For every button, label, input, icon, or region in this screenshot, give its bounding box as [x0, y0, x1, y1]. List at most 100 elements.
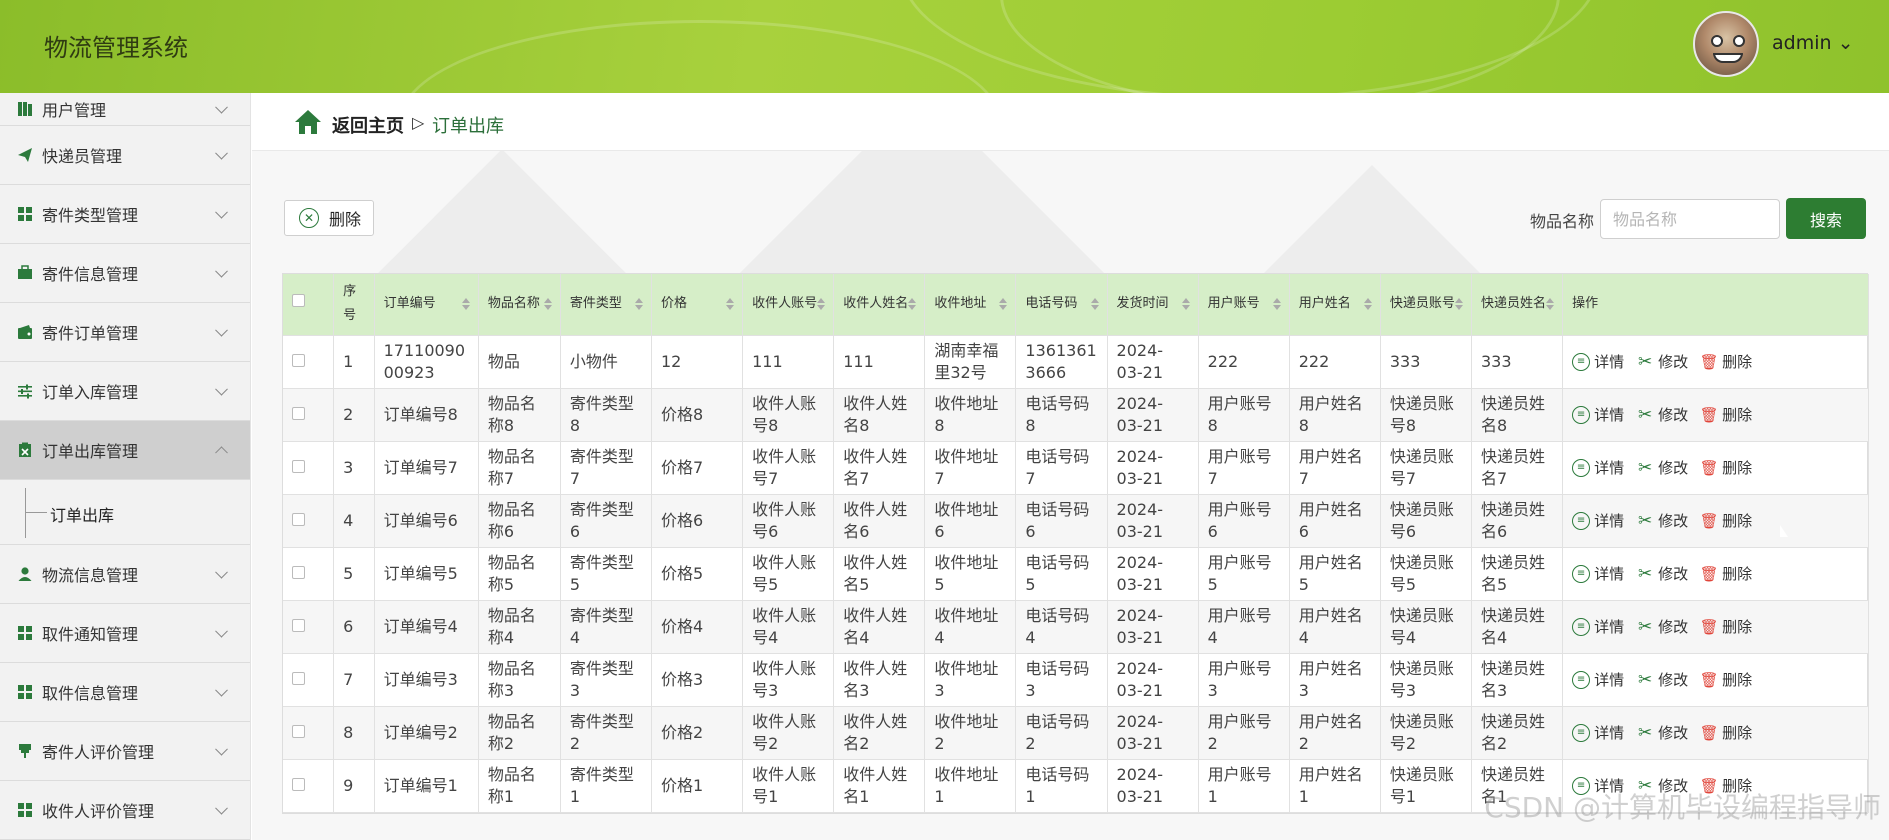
detail-button[interactable]: ≡ 详情 — [1572, 351, 1624, 373]
sidebar-item-pickup-notice[interactable]: 取件通知管理 — [0, 604, 250, 663]
cell-order-no: 订单编号2 — [374, 706, 479, 760]
cell-item-name: 物品名称7 — [478, 441, 561, 495]
row-checkbox[interactable] — [292, 671, 305, 685]
cell-user-name: 用户姓名5 — [1289, 547, 1381, 601]
batch-delete-button[interactable]: ✕ 删除 — [284, 200, 374, 236]
col-header[interactable]: 寄件类型 — [560, 274, 652, 336]
edit-button[interactable]: ✂ 修改 — [1636, 404, 1688, 426]
sort-icon[interactable] — [1181, 298, 1190, 311]
col-header[interactable]: 订单编号 — [374, 274, 479, 336]
sort-icon[interactable] — [1272, 298, 1281, 311]
col-header[interactable]: 用户账号 — [1198, 274, 1290, 336]
col-header[interactable]: 收件人姓名 — [833, 274, 926, 336]
col-header[interactable]: 物品名称 — [478, 274, 561, 336]
row-checkbox[interactable] — [292, 618, 305, 632]
sidebar-item-sender-reviews[interactable]: 寄件人评价管理 — [0, 722, 250, 781]
sort-icon[interactable] — [726, 298, 735, 311]
detail-button[interactable]: ≡ 详情 — [1572, 563, 1624, 585]
col-header[interactable]: 价格 — [651, 274, 744, 336]
row-select-cell — [283, 759, 335, 813]
cell-user-name: 用户姓名8 — [1289, 388, 1381, 442]
edit-button[interactable]: ✂ 修改 — [1636, 722, 1688, 744]
delete-button[interactable]: 🗑 删除 — [1700, 351, 1753, 373]
detail-icon: ≡ — [1572, 723, 1591, 742]
search-input[interactable] — [1600, 199, 1780, 239]
cell-ship-time: 2024-03-21 — [1107, 759, 1199, 813]
delete-button[interactable]: 🗑 删除 — [1700, 722, 1753, 744]
detail-button[interactable]: ≡ 详情 — [1572, 404, 1624, 426]
sidebar-subitem-order-outbound[interactable]: 订单出库 — [50, 502, 114, 526]
sidebar-item-users[interactable]: 用户管理 — [0, 93, 250, 126]
col-header[interactable]: 发货时间 — [1107, 274, 1199, 336]
cell-courier-name: 快递员姓名4 — [1471, 600, 1564, 654]
edit-button[interactable]: ✂ 修改 — [1636, 457, 1688, 479]
detail-button[interactable]: ≡ 详情 — [1572, 669, 1624, 691]
search-button[interactable]: 搜索 — [1786, 198, 1866, 239]
cell-courier-account: 快递员账号5 — [1380, 547, 1472, 601]
user-menu[interactable]: admin ⌄ — [1772, 32, 1854, 54]
sort-icon[interactable] — [1090, 298, 1099, 311]
edit-button[interactable]: ✂ 修改 — [1636, 616, 1688, 638]
row-checkbox[interactable] — [292, 565, 305, 579]
edit-button[interactable]: ✂ 修改 — [1636, 510, 1688, 532]
col-header[interactable]: 用户姓名 — [1289, 274, 1381, 336]
sort-icon[interactable] — [461, 298, 470, 311]
delete-button[interactable]: 🗑 删除 — [1700, 616, 1753, 638]
col-header[interactable]: 快递员账号 — [1380, 274, 1472, 336]
row-select-cell — [283, 547, 335, 601]
row-checkbox[interactable] — [292, 459, 305, 473]
sort-icon[interactable] — [1546, 298, 1555, 311]
chevron-down-icon — [215, 146, 228, 160]
cell-parcel-type: 寄件类型4 — [560, 600, 652, 654]
cell-recipient-account: 收件人账号1 — [742, 759, 835, 813]
sort-icon[interactable] — [1363, 298, 1372, 311]
row-select-cell — [283, 494, 335, 548]
sidebar-item-recipient-reviews[interactable]: 收件人评价管理 — [0, 781, 250, 840]
select-all-checkbox[interactable] — [292, 294, 305, 308]
sort-icon[interactable] — [999, 298, 1008, 311]
home-icon[interactable] — [294, 109, 322, 135]
sidebar-item-couriers[interactable]: 快递员管理 — [0, 126, 250, 185]
col-header[interactable]: 收件地址 — [924, 274, 1017, 336]
cell-recipient-account: 收件人账号4 — [742, 600, 835, 654]
edit-button[interactable]: ✂ 修改 — [1636, 563, 1688, 585]
delete-button[interactable]: 🗑 删除 — [1700, 510, 1753, 532]
sidebar-item-pickup-info[interactable]: 取件信息管理 — [0, 663, 250, 722]
detail-button[interactable]: ≡ 详情 — [1572, 457, 1624, 479]
sort-icon[interactable] — [1454, 298, 1463, 311]
row-checkbox[interactable] — [292, 406, 305, 420]
sort-icon[interactable] — [543, 298, 552, 311]
detail-button[interactable]: ≡ 详情 — [1572, 510, 1624, 532]
detail-button[interactable]: ≡ 详情 — [1572, 616, 1624, 638]
col-header[interactable]: 快递员姓名 — [1471, 274, 1564, 336]
breadcrumb-home-link[interactable]: 返回主页 — [332, 112, 404, 138]
delete-button[interactable]: 🗑 删除 — [1700, 669, 1753, 691]
sidebar-item-outbound[interactable]: 订单出库管理 — [0, 421, 250, 480]
avatar[interactable] — [1693, 11, 1759, 77]
sort-icon[interactable] — [634, 298, 643, 311]
sidebar-item-parcel-types[interactable]: 寄件类型管理 — [0, 185, 250, 244]
sort-icon[interactable] — [908, 298, 917, 311]
cell-ship-time: 2024-03-21 — [1107, 335, 1199, 389]
delete-button[interactable]: 🗑 删除 — [1700, 404, 1753, 426]
delete-button[interactable]: 🗑 删除 — [1700, 563, 1753, 585]
chevron-down-icon — [215, 323, 228, 337]
col-header[interactable]: 电话号码 — [1015, 274, 1108, 336]
cell-index: 5 — [333, 547, 375, 601]
row-checkbox[interactable] — [292, 724, 305, 738]
delete-button[interactable]: 🗑 删除 — [1700, 457, 1753, 479]
edit-button[interactable]: ✂ 修改 — [1636, 669, 1688, 691]
sidebar-item-parcel-info[interactable]: 寄件信息管理 — [0, 244, 250, 303]
table-row: 7 订单编号3 物品名称3 寄件类型3 价格3 收件人账号3 收件人姓名3 收件… — [283, 653, 1869, 707]
cell-recipient-address: 收件地址4 — [924, 600, 1017, 654]
edit-button[interactable]: ✂ 修改 — [1636, 351, 1688, 373]
sidebar-item-parcel-orders[interactable]: 寄件订单管理 — [0, 303, 250, 362]
row-checkbox[interactable] — [292, 353, 305, 367]
sort-icon[interactable] — [817, 298, 826, 311]
detail-button[interactable]: ≡ 详情 — [1572, 722, 1624, 744]
col-header[interactable]: 收件人账号 — [742, 274, 835, 336]
sidebar-item-inbound[interactable]: 订单入库管理 — [0, 362, 250, 421]
sidebar-item-logistics[interactable]: 物流信息管理 — [0, 545, 250, 604]
row-checkbox[interactable] — [292, 512, 305, 526]
row-checkbox[interactable] — [292, 777, 305, 791]
